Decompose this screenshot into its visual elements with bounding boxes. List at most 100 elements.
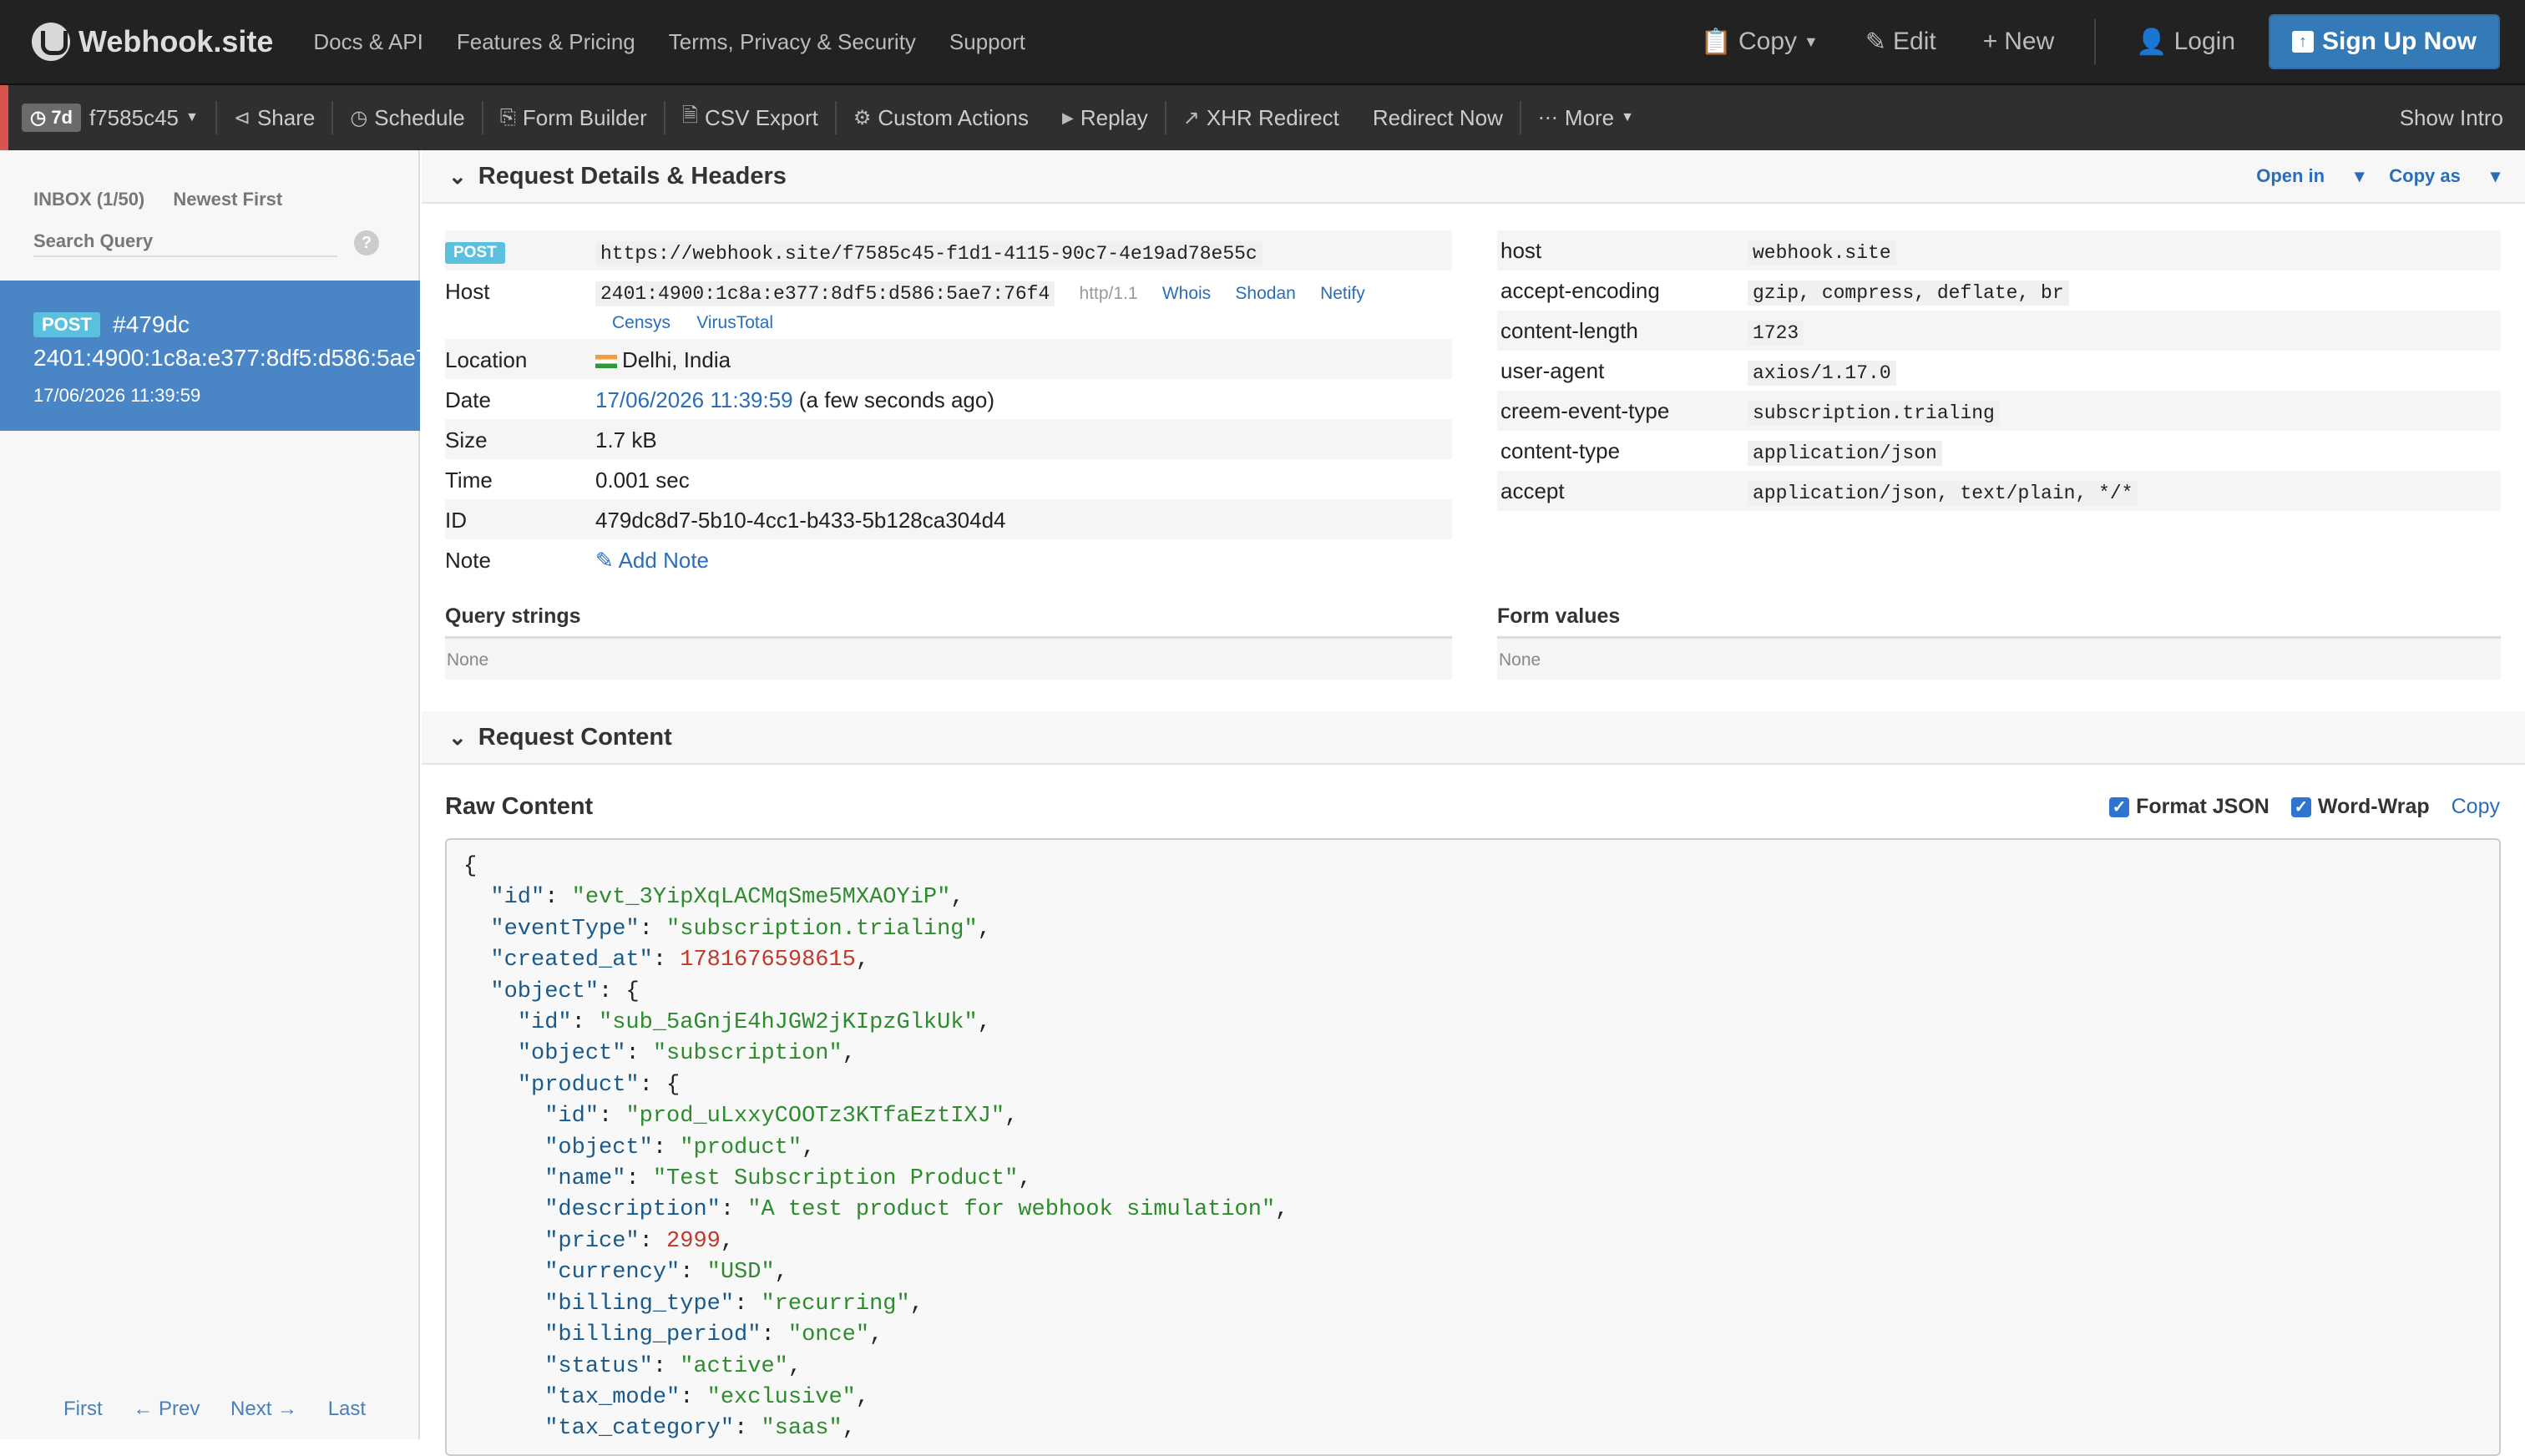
json-line: "billing_period": "once", — [544, 1322, 883, 1348]
edit-icon: ✎ — [1865, 28, 1886, 56]
location-value: Delhi, India — [622, 347, 731, 372]
chevron-down-icon: ⌄ — [448, 163, 467, 189]
date-link[interactable]: 17/06/2026 11:39:59 — [595, 387, 793, 412]
schedule-button[interactable]: ◷ Schedule — [333, 85, 481, 150]
json-line: "description": "A test product for webho… — [544, 1197, 1289, 1223]
raw-content-box[interactable]: { "id": "evt_3YipXqLACMqSme5MXAOYiP", "e… — [445, 838, 2501, 1456]
prev-page-link[interactable]: ← Prev — [133, 1398, 200, 1420]
nav-link-docs[interactable]: Docs & API — [313, 29, 423, 55]
help-icon[interactable]: ? — [354, 230, 379, 255]
csv-export-button[interactable]: 🗎 CSV Export — [665, 85, 835, 150]
host-ip[interactable]: 2401:4900:1c8a:e377:8df5:d586:5ae7:76f4 — [595, 281, 1055, 306]
form-icon: ⎘ — [499, 106, 516, 129]
plus-icon: + — [1982, 28, 1998, 55]
request-url[interactable]: https://webhook.site/f7585c45-f1d1-4115-… — [595, 241, 1262, 266]
censys-link[interactable]: Censys — [612, 313, 670, 332]
upload-arrow-icon: ↑ — [2292, 31, 2315, 53]
query-strings-value: None — [445, 636, 1452, 680]
netify-link[interactable]: Netify — [1320, 284, 1365, 303]
section-title: Request Details & Headers — [478, 162, 787, 190]
json-line: "id": "prod_uLxxyCOOTz3KTfaEztIXJ", — [544, 1104, 1019, 1130]
nav-link-features[interactable]: Features & Pricing — [457, 29, 635, 55]
nav-link-terms[interactable]: Terms, Privacy & Security — [669, 29, 916, 55]
caret-down-icon: ▼ — [1621, 110, 1634, 124]
url-toolbar: ◷ 7d f7585c45 ▼ ⊲ Share ◷ Schedule ⎘ For… — [0, 85, 2525, 150]
method-badge: POST — [33, 312, 100, 338]
play-icon: ▶ — [1062, 109, 1074, 126]
json-line: "name": "Test Subscription Product", — [544, 1166, 1032, 1192]
sort-order-toggle[interactable]: Newest First — [173, 189, 282, 210]
json-line: "billing_type": "recurring", — [544, 1291, 923, 1317]
india-flag-icon — [595, 355, 617, 369]
show-intro-link[interactable]: Show Intro — [2400, 105, 2503, 131]
caret-down-icon: ▼ — [1804, 33, 1819, 50]
ellipsis-icon: ⋯ — [1537, 106, 1558, 129]
copy-as-menu[interactable]: Copy as ▾ — [2389, 165, 2500, 187]
brand[interactable]: Webhook.site — [32, 23, 273, 61]
request-date: 17/06/2026 11:39:59 — [33, 385, 201, 407]
url-row: POST https://webhook.site/f7585c45-f1d1-… — [445, 230, 1452, 270]
form-builder-button[interactable]: ⎘ Form Builder — [483, 85, 664, 150]
header-row: creem-event-type subscription.trialing — [1497, 391, 2501, 431]
word-wrap-checkbox[interactable]: ✓ — [2290, 796, 2311, 817]
request-ip: 2401:4900:1c8a:e377:8df5:d586:5ae7:76f4 — [33, 345, 420, 372]
search-query-input[interactable] — [33, 227, 337, 257]
gear-icon: ⚙ — [853, 106, 872, 129]
note-row: Note ✎ Add Note — [445, 548, 709, 573]
form-values-value: None — [1497, 636, 2501, 680]
request-details-header[interactable]: ⌄ Request Details & Headers Open in ▾ Co… — [422, 150, 2525, 204]
shodan-link[interactable]: Shodan — [1235, 284, 1295, 303]
more-menu-button[interactable]: ⋯ More ▼ — [1521, 85, 1651, 150]
time-value: 0.001 sec — [595, 468, 690, 493]
size-value: 1.7 kB — [595, 427, 657, 452]
first-page-link[interactable]: First — [63, 1398, 103, 1420]
whois-link[interactable]: Whois — [1162, 284, 1211, 303]
header-row: content-length 1723 — [1497, 311, 2501, 351]
request-details-table: POST https://webhook.site/f7585c45-f1d1-… — [445, 230, 1452, 579]
request-id: #479dc — [113, 311, 190, 338]
sign-up-button[interactable]: ↑ Sign Up Now — [2269, 14, 2500, 69]
edit-button[interactable]: ✎ Edit — [1865, 28, 1936, 57]
main-content: ⌄ Request Details & Headers Open in ▾ Co… — [422, 150, 2525, 1456]
redirect-now-button[interactable]: Redirect Now — [1356, 85, 1520, 150]
format-json-label: Format JSON — [2136, 795, 2269, 818]
caret-down-icon: ▼ — [185, 110, 199, 124]
form-values-title: Form values — [1497, 604, 1621, 628]
header-row: content-type application/json — [1497, 431, 2501, 471]
copy-menu-button[interactable]: 📋 Copy ▼ — [1701, 28, 1819, 57]
json-line: "tax_mode": "exclusive", — [544, 1384, 870, 1410]
location-row: Location Delhi, India — [445, 339, 1452, 379]
format-json-checkbox[interactable]: ✓ — [2109, 796, 2130, 817]
header-row: host webhook.site — [1497, 230, 2501, 270]
token-selector[interactable]: ◷ 7d f7585c45 ▼ — [8, 85, 215, 150]
nav-divider — [2094, 19, 2097, 64]
share-icon: ⊲ — [233, 106, 250, 129]
request-content-header[interactable]: ⌄ Request Content — [422, 711, 2525, 765]
json-line: "id": "sub_5aGnjE4hJGW2jKIpzGlkUk", — [517, 1010, 991, 1036]
webhook-logo-icon — [32, 23, 70, 61]
pencil-icon: ✎ — [595, 548, 614, 573]
open-in-menu[interactable]: Open in ▾ — [2256, 165, 2364, 187]
clock-icon: ◷ — [350, 106, 368, 129]
custom-actions-button[interactable]: ⚙ Custom Actions — [837, 85, 1045, 150]
replay-button[interactable]: ▶ Replay — [1045, 85, 1165, 150]
brand-name: Webhook.site — [78, 24, 274, 58]
request-list-item[interactable]: POST #479dc 2401:4900:1c8a:e377:8df5:d58… — [0, 281, 420, 431]
date-relative: (a few seconds ago) — [798, 387, 995, 412]
copy-content-link[interactable]: Copy — [2452, 795, 2500, 819]
header-row: accept application/json, text/plain, */* — [1497, 471, 2501, 511]
add-note-link[interactable]: ✎ Add Note — [595, 548, 709, 573]
login-button[interactable]: 👤 Login — [2136, 28, 2235, 57]
next-page-link[interactable]: Next → — [230, 1398, 297, 1420]
last-page-link[interactable]: Last — [328, 1398, 366, 1420]
virustotal-link[interactable]: VirusTotal — [696, 313, 773, 332]
user-icon: 👤 — [2136, 28, 2168, 56]
new-button[interactable]: + New — [1983, 28, 2055, 56]
nav-link-support[interactable]: Support — [949, 29, 1025, 55]
raw-content-title: Raw Content — [445, 793, 594, 820]
json-viewer: { "id": "evt_3YipXqLACMqSme5MXAOYiP", "e… — [463, 852, 2482, 1445]
inbox-header: INBOX (1/50) Newest First — [33, 189, 282, 210]
xhr-redirect-button[interactable]: ↗ XHR Redirect — [1166, 85, 1356, 150]
json-line: "eventType": "subscription.trialing", — [490, 916, 991, 942]
share-button[interactable]: ⊲ Share — [217, 85, 332, 150]
